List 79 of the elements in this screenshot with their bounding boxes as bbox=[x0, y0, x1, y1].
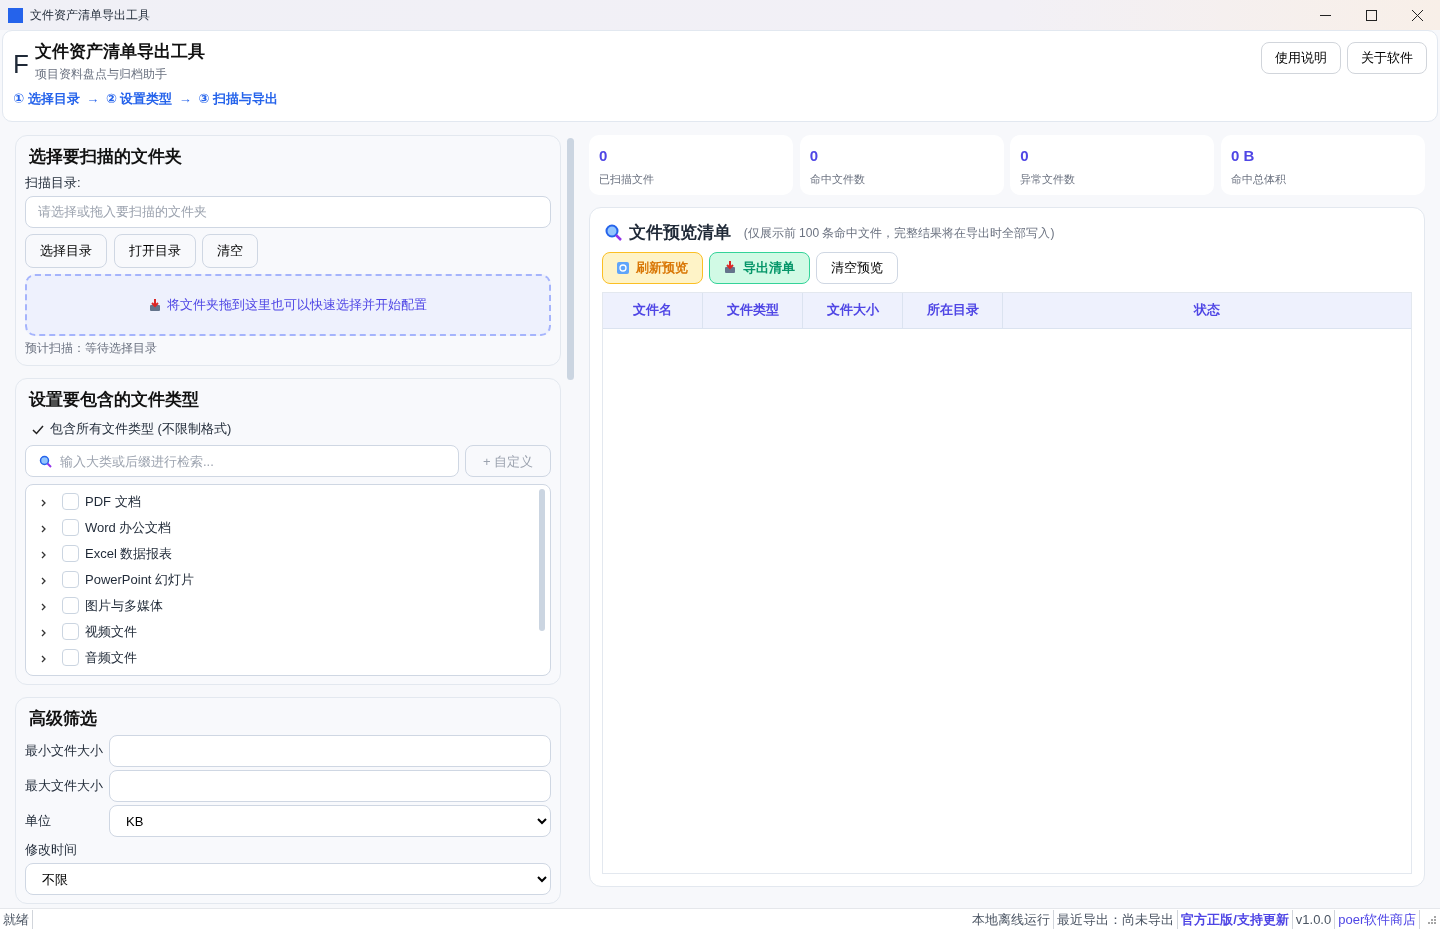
scrollbar[interactable] bbox=[567, 138, 574, 380]
field-label: 最大文件大小 bbox=[25, 777, 104, 795]
type-search-field[interactable]: 输入大类或后缀进行检索... bbox=[25, 445, 459, 478]
checkbox-label: 包含所有文件类型 (不限制格式) bbox=[50, 420, 232, 439]
scrollbar[interactable] bbox=[539, 488, 545, 631]
panel-title: 设置要包含的文件类型 bbox=[27, 389, 200, 412]
stat-label: 命中文件数 bbox=[809, 171, 866, 187]
category-label: 音频文件 bbox=[85, 649, 137, 667]
refresh-icon bbox=[617, 261, 629, 274]
stat-value: 0 bbox=[599, 146, 609, 166]
checkbox[interactable] bbox=[62, 649, 79, 667]
folder-button[interactable]: 打开目录 bbox=[113, 234, 196, 268]
maximize-icon bbox=[1365, 9, 1377, 21]
drop-hint: 将文件夹拖到这里也可以快速选择并开始配置 bbox=[167, 296, 428, 315]
app-title: 文件资产清单导出工具 bbox=[35, 41, 206, 63]
panel-title: 文件预览清单 bbox=[628, 222, 731, 244]
column-header[interactable]: 文件类型 bbox=[703, 292, 803, 328]
checkbox[interactable] bbox=[62, 623, 79, 641]
checkbox[interactable] bbox=[62, 545, 79, 563]
inbox-icon bbox=[724, 261, 736, 275]
preview-note: (仅展示前 100 条命中文件，完整结果将在导出时全部写入) bbox=[743, 224, 1055, 242]
checkbox[interactable] bbox=[62, 493, 79, 511]
field-label: 最小文件大小 bbox=[25, 741, 104, 760]
column-header[interactable]: 状态 bbox=[1003, 292, 1411, 328]
stat-label: 已扫描文件 bbox=[599, 171, 655, 187]
status-text: v1.0.0 bbox=[1292, 909, 1336, 930]
checkbox[interactable] bbox=[62, 519, 79, 537]
category-label: Excel 数据报表 bbox=[85, 545, 173, 563]
status-text: 就绪 bbox=[0, 909, 33, 930]
status-text: 最近导出：尚未导出 bbox=[1054, 909, 1179, 930]
checkbox[interactable] bbox=[62, 571, 79, 589]
scan-estimate: 预计扫描：等待选择目录 bbox=[25, 340, 158, 358]
panel-title: 选择要扫描的文件夹 bbox=[28, 146, 183, 168]
step-link[interactable]: ③ 扫描与导出 bbox=[198, 89, 278, 109]
search-icon bbox=[605, 224, 623, 242]
category-label: 视频文件 bbox=[85, 623, 137, 641]
stat-label: 命中总体积 bbox=[1230, 171, 1287, 187]
size-field[interactable] bbox=[109, 734, 551, 767]
step-link[interactable]: ② 设置类型 bbox=[105, 89, 173, 109]
preview-button[interactable]: 导出清单 bbox=[709, 252, 810, 284]
header-button[interactable]: 使用说明 bbox=[1260, 42, 1341, 74]
arrow-text: → bbox=[86, 90, 100, 108]
step-link[interactable]: ① 选择目录 bbox=[13, 89, 80, 109]
window-title: 文件资产清单导出工具 bbox=[30, 7, 150, 24]
category-label: Word 办公文档 bbox=[85, 519, 172, 537]
logo: F bbox=[13, 51, 29, 81]
column-header[interactable]: 文件大小 bbox=[803, 292, 903, 328]
panel-title: 高级筛选 bbox=[28, 707, 98, 730]
category-label: PDF 文档 bbox=[85, 493, 141, 511]
field-label: 单位 bbox=[25, 812, 52, 831]
checkbox[interactable] bbox=[62, 597, 79, 615]
status-text: 本地离线运行 bbox=[969, 909, 1055, 930]
app-icon bbox=[8, 7, 23, 23]
inbox-icon bbox=[148, 298, 161, 312]
stat-value: 0 B bbox=[1230, 146, 1256, 166]
category-label: 图片与多媒体 bbox=[85, 597, 163, 615]
close-icon bbox=[1411, 9, 1423, 21]
column-header[interactable]: 所在目录 bbox=[903, 292, 1003, 328]
resize-grip-icon[interactable] bbox=[1426, 914, 1437, 925]
status-link[interactable]: 官方正版/支持更新 bbox=[1178, 909, 1293, 930]
preview-button[interactable]: 清空预览 bbox=[816, 252, 898, 284]
category-label: PowerPoint 幻灯片 bbox=[85, 571, 195, 589]
folder-path-field[interactable]: 请选择或拖入要扫描的文件夹 bbox=[25, 195, 551, 228]
folder-button[interactable]: 清空 bbox=[202, 234, 258, 268]
unit-select[interactable]: KB bbox=[109, 805, 551, 837]
field-label: 修改时间 bbox=[25, 841, 78, 860]
stat-label: 异常文件数 bbox=[1020, 171, 1077, 187]
size-field[interactable] bbox=[109, 769, 551, 802]
stat-value: 0 bbox=[809, 146, 819, 166]
stat-value: 0 bbox=[1020, 146, 1030, 166]
column-header[interactable]: 文件名 bbox=[603, 292, 703, 328]
field-label: 扫描目录: bbox=[25, 173, 82, 192]
header-button[interactable]: 关于软件 bbox=[1347, 42, 1427, 74]
app-subtitle: 项目资料盘点与归档助手 bbox=[35, 65, 169, 83]
folder-button[interactable]: 选择目录 bbox=[25, 234, 107, 268]
time-select[interactable]: 不限 bbox=[25, 863, 551, 895]
arrow-text: → bbox=[178, 90, 192, 108]
status-link[interactable]: poer软件商店 bbox=[1335, 909, 1421, 930]
drop-zone[interactable]: 将文件夹拖到这里也可以快速选择并开始配置 bbox=[25, 274, 551, 336]
